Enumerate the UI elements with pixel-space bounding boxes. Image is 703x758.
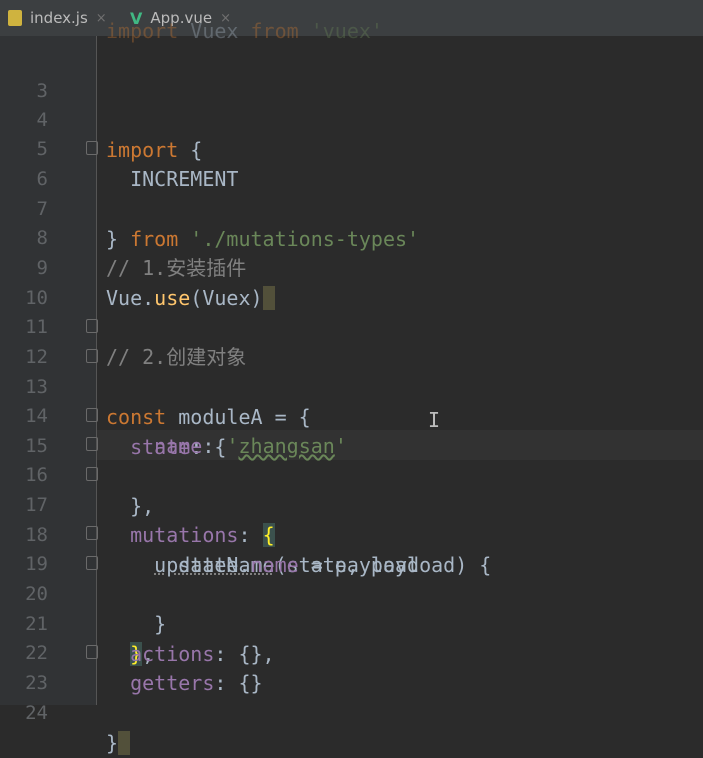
code-line[interactable]: 16 mutations: { xyxy=(0,430,703,547)
code-line[interactable]: 17 updateName(state, payload) { xyxy=(0,460,703,577)
code-line[interactable]: 11 // 2.创建对象 xyxy=(0,282,703,369)
code-line[interactable]: 23 } xyxy=(0,638,703,755)
fold-start-icon[interactable] xyxy=(86,319,100,335)
fold-end-icon[interactable] xyxy=(86,141,100,157)
code-line[interactable]: 8 // 1.安装插件 xyxy=(0,193,703,280)
code-line[interactable]: 9 Vue.use(Vuex) xyxy=(0,223,703,310)
code-line[interactable]: 5 INCREMENT xyxy=(0,104,703,191)
code-line[interactable]: 14 name: 'zhangsan' xyxy=(0,371,703,458)
code-line[interactable]: 21 actions: {}, xyxy=(0,579,703,666)
fold-start-icon[interactable] xyxy=(86,349,100,365)
fold-start-icon[interactable] xyxy=(86,467,100,483)
code-line[interactable]: 13 state: { xyxy=(0,342,703,459)
code-line[interactable]: 3 xyxy=(0,46,703,102)
code-line[interactable]: 6 } from './mutations-types' xyxy=(0,134,703,251)
line-number: 24 xyxy=(25,702,48,724)
fold-end-icon[interactable] xyxy=(86,526,100,542)
code-line[interactable]: 4 import { xyxy=(0,75,703,162)
code-line[interactable]: 12 const moduleA = { xyxy=(0,312,703,429)
code-line[interactable]: 15 }, xyxy=(0,401,703,518)
fold-end-icon[interactable] xyxy=(86,556,100,572)
code-line[interactable]: 7 xyxy=(0,164,703,220)
fold-end-icon[interactable] xyxy=(86,408,100,424)
code-line[interactable]: 10 xyxy=(0,253,703,309)
code-line[interactable]: import Vuex from 'vuex' xyxy=(0,16,703,46)
fold-start-icon[interactable] xyxy=(86,437,100,453)
code-line[interactable]: 24 xyxy=(0,668,703,724)
text-cursor-icon: I xyxy=(428,408,441,432)
code-line[interactable]: 20 }, xyxy=(0,549,703,666)
code-line[interactable]: 18 state.name = payload xyxy=(0,490,703,577)
code-line[interactable]: 19 } xyxy=(0,519,703,636)
fold-end-icon[interactable] xyxy=(86,645,100,661)
code-line[interactable]: 22 getters: {} xyxy=(0,608,703,695)
